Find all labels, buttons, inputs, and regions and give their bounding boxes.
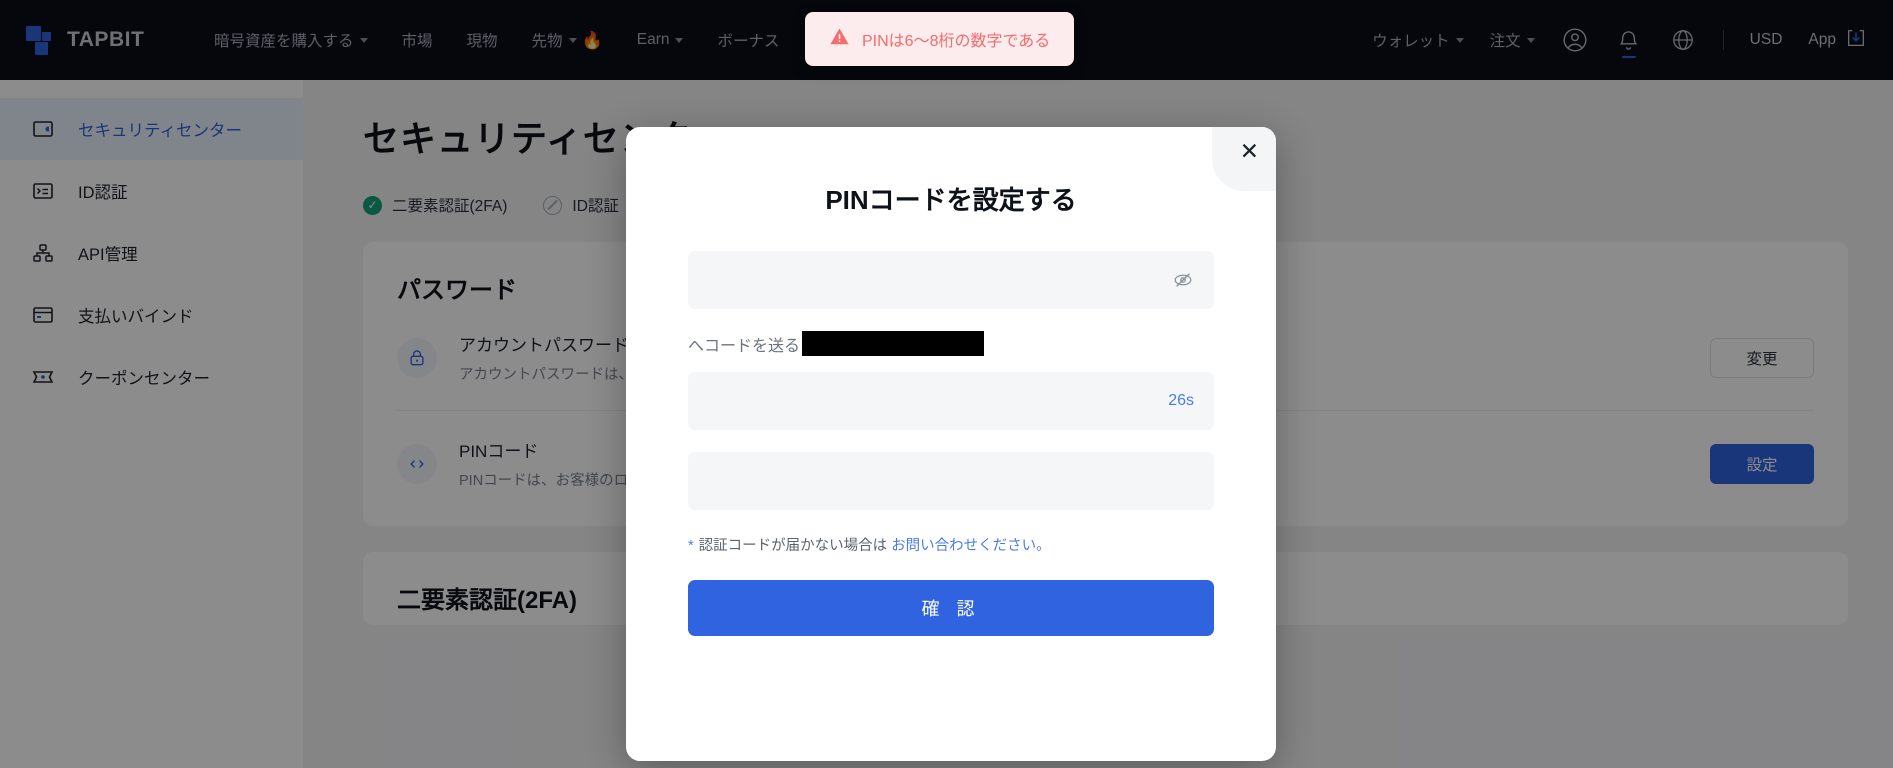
send-code-line: へコードを送る xyxy=(688,331,1214,356)
send-code-label: へコードを送る xyxy=(688,337,801,355)
error-toast: PINは6〜8桁の数字である xyxy=(805,12,1075,66)
pin-field[interactable] xyxy=(688,251,1214,309)
verification-code-input[interactable] xyxy=(708,372,1169,430)
warning-triangle-icon xyxy=(829,26,850,52)
confirm-pin-field[interactable] xyxy=(688,452,1214,510)
pin-input[interactable] xyxy=(708,251,1172,309)
app-root: TAPBIT 暗号資産を購入する 市場 現物 先物 🔥 Earn ボーナス ウォ… xyxy=(0,0,1893,768)
help-hint: * 認証コードが届かない場合は お問い合わせください。 xyxy=(688,534,1214,555)
confirm-button[interactable]: 確 認 xyxy=(688,580,1214,636)
resend-timer[interactable]: 26s xyxy=(1168,392,1194,410)
modal-body: へコードを送る 26s * 認証コードが届かない場合は お問い合わせください。 確… xyxy=(626,251,1276,636)
set-pin-modal: ✕ PINコードを設定する へコードを送る 26s * 認証コードが届かない場合… xyxy=(626,127,1276,761)
eye-off-icon[interactable] xyxy=(1172,269,1194,291)
confirm-pin-input[interactable] xyxy=(708,452,1194,510)
asterisk-icon: * xyxy=(688,538,694,554)
toast-message: PINは6〜8桁の数字である xyxy=(862,33,1051,50)
hint-text: 認証コードが届かない場合は xyxy=(698,538,892,554)
close-button[interactable]: ✕ xyxy=(1212,127,1276,191)
redacted-contact xyxy=(802,331,985,356)
modal-title: PINコードを設定する xyxy=(825,185,1077,215)
close-icon: ✕ xyxy=(1239,138,1259,164)
contact-support-link[interactable]: お問い合わせください。 xyxy=(891,538,1051,554)
verification-code-field[interactable]: 26s xyxy=(688,372,1214,430)
